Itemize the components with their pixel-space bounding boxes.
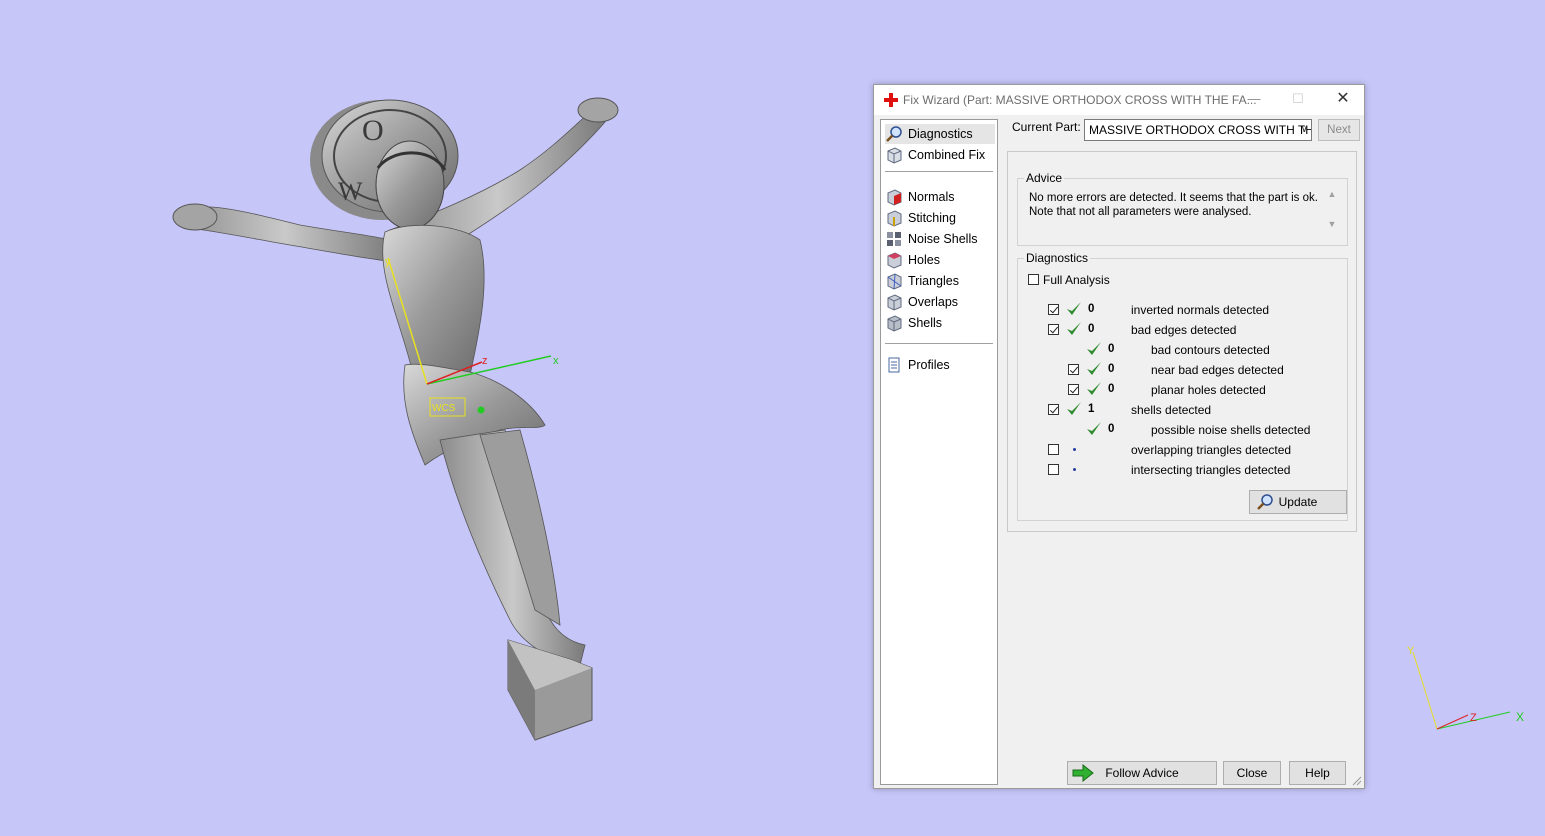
maximize-button[interactable]: ☐	[1288, 91, 1308, 107]
row-checkbox[interactable]	[1048, 324, 1059, 335]
nav-item-diagnostics[interactable]: Diagnostics	[885, 124, 995, 144]
axis-label-y: y	[385, 256, 391, 268]
corner-axes-triad: Y X Z	[1407, 645, 1524, 730]
full-analysis-label: Full Analysis	[1043, 273, 1110, 287]
current-part-value: MASSIVE ORTHODOX CROSS WITH THE FACE OF …	[1089, 123, 1311, 137]
axis-label-x: x	[553, 355, 559, 367]
wcs-label: WCS	[432, 403, 456, 414]
row-label: planar holes detected	[1151, 383, 1266, 397]
follow-advice-button[interactable]: Follow Advice	[1067, 761, 1217, 785]
nav-item-profiles[interactable]: Profiles	[885, 355, 995, 375]
corner-label-y: Y	[1407, 645, 1415, 657]
crucifix-model: O W	[172, 97, 619, 741]
red-cross-icon	[884, 93, 898, 107]
row-checkbox[interactable]	[1068, 364, 1079, 375]
profiles-icon	[888, 357, 900, 373]
nav-item-shells[interactable]: Shells	[885, 313, 995, 333]
diagnostics-group: Diagnostics Full Analysis 0 inverted norm…	[1017, 251, 1348, 521]
corner-label-x: X	[1516, 710, 1524, 724]
green-check-icon	[1087, 342, 1101, 355]
stitching-cube-icon	[887, 210, 902, 227]
nav-item-noise-shells[interactable]: Noise Shells	[885, 229, 995, 249]
follow-advice-label: Follow Advice	[1105, 766, 1179, 780]
row-label: overlapping triangles detected	[1131, 443, 1292, 457]
row-label: shells detected	[1131, 403, 1212, 417]
row-label: bad edges detected	[1131, 323, 1237, 337]
row-checkbox[interactable]	[1048, 464, 1059, 475]
row-checkbox[interactable]	[1048, 304, 1059, 315]
holes-cube-icon	[887, 252, 902, 269]
update-label: Update	[1278, 495, 1318, 509]
green-check-icon	[1067, 402, 1081, 415]
chevron-down-icon: ∨	[1300, 124, 1308, 135]
row-checkbox[interactable]	[1048, 444, 1059, 455]
overlaps-cube-icon	[887, 294, 902, 311]
diagnostics-title: Diagnostics	[1024, 251, 1091, 265]
status-dot-icon	[1073, 468, 1076, 471]
minimize-button[interactable]: —	[1244, 91, 1264, 107]
window-title: Fix Wizard (Part: MASSIVE ORTHODOX CROSS…	[903, 93, 1257, 107]
nav-item-stitching[interactable]: Stitching	[885, 208, 995, 228]
cube-icon	[887, 147, 902, 164]
advice-scrollbar[interactable]: ▲ ▼	[1325, 189, 1339, 239]
update-button[interactable]: Update	[1249, 490, 1347, 514]
fix-wizard-dialog: Fix Wizard (Part: MASSIVE ORTHODOX CROSS…	[873, 84, 1365, 789]
axis-label-z: z	[482, 355, 488, 367]
green-check-icon	[1087, 362, 1101, 375]
help-button[interactable]: Help	[1289, 761, 1346, 785]
current-part-label: Current Part:	[1012, 120, 1081, 134]
row-count: 0	[1108, 423, 1115, 435]
status-dot-icon	[1073, 448, 1076, 451]
row-count: 1	[1088, 403, 1095, 415]
magnifier-icon	[886, 126, 902, 142]
resize-grip-icon[interactable]	[1352, 776, 1362, 786]
row-count: 0	[1108, 383, 1115, 395]
current-part-select[interactable]: MASSIVE ORTHODOX CROSS WITH THE FACE OF …	[1084, 119, 1312, 141]
full-analysis-checkbox[interactable]	[1028, 274, 1039, 285]
corner-label-z: Z	[1470, 712, 1477, 724]
row-count: 0	[1108, 343, 1115, 355]
triangles-cube-icon	[887, 273, 902, 290]
row-count: 0	[1108, 363, 1115, 375]
normals-cube-icon	[887, 189, 902, 206]
green-check-icon	[1067, 322, 1081, 335]
row-label: bad contours detected	[1151, 343, 1270, 357]
next-button[interactable]: Next	[1318, 119, 1360, 141]
nav-separator	[885, 171, 993, 172]
row-label: possible noise shells detected	[1151, 423, 1311, 437]
advice-group: Advice No more errors are detected. It s…	[1017, 171, 1348, 246]
nav-panel: Diagnostics Combined Fix Normals Stitchi…	[880, 119, 998, 785]
row-count: 0	[1088, 323, 1095, 335]
nav-item-overlaps[interactable]: Overlaps	[885, 292, 995, 312]
row-label: near bad edges detected	[1151, 363, 1284, 377]
title-bar[interactable]: Fix Wizard (Part: MASSIVE ORTHODOX CROSS…	[874, 85, 1364, 115]
nav-item-normals[interactable]: Normals	[885, 187, 995, 207]
svg-text:W: W	[338, 177, 363, 206]
noise-shells-icon	[887, 232, 901, 246]
nav-item-combined-fix[interactable]: Combined Fix	[885, 145, 995, 165]
green-arrow-icon	[1072, 764, 1094, 782]
row-count: 0	[1088, 303, 1095, 315]
row-label: intersecting triangles detected	[1131, 463, 1291, 477]
nav-item-holes[interactable]: Holes	[885, 250, 995, 270]
row-checkbox[interactable]	[1068, 384, 1079, 395]
row-checkbox[interactable]	[1048, 404, 1059, 415]
svg-text:O: O	[362, 114, 384, 147]
magnifier-icon	[1257, 494, 1273, 510]
nav-separator	[885, 343, 993, 344]
diagnostics-panel: Advice No more errors are detected. It s…	[1007, 151, 1357, 532]
nav-item-triangles[interactable]: Triangles	[885, 271, 995, 291]
row-label: inverted normals detected	[1131, 303, 1270, 317]
advice-title: Advice	[1024, 171, 1065, 185]
shells-cube-icon	[887, 315, 902, 332]
close-window-button[interactable]: ✕	[1333, 91, 1353, 107]
green-check-icon	[1067, 302, 1081, 315]
green-check-icon	[1087, 382, 1101, 395]
advice-text: No more errors are detected. It seems th…	[1029, 192, 1318, 218]
close-button[interactable]: Close	[1223, 761, 1281, 785]
green-check-icon	[1087, 422, 1101, 435]
